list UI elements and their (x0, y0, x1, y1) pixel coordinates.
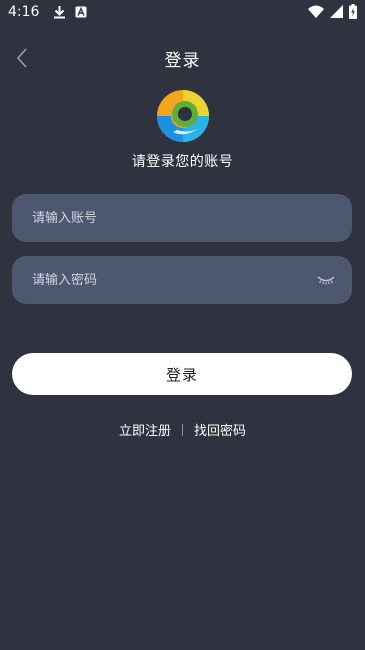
account-field[interactable] (12, 194, 352, 242)
status-bar: 4:16 (0, 0, 365, 24)
status-time: 4:16 (8, 4, 40, 20)
page-title: 登录 (164, 50, 201, 71)
chevron-left-icon (16, 48, 27, 68)
password-visibility-toggle[interactable] (316, 270, 336, 290)
app-logo-icon (157, 90, 209, 142)
login-subtitle: 请登录您的账号 (131, 154, 234, 170)
status-notification-icons (53, 5, 87, 19)
password-input[interactable] (32, 272, 332, 288)
wifi-icon (308, 5, 324, 18)
password-field[interactable] (12, 256, 352, 304)
account-links: 立即注册 找回密码 (0, 420, 365, 439)
app-notification-icon (75, 6, 87, 18)
account-input[interactable] (32, 210, 332, 226)
status-system-icons (308, 4, 357, 19)
links-divider (182, 423, 183, 436)
app-bar: 登录 (0, 40, 365, 76)
app-logo (155, 88, 211, 144)
download-icon (54, 6, 66, 19)
forgot-password-link[interactable]: 找回密码 (194, 420, 246, 439)
eye-closed-icon (317, 276, 335, 285)
battery-charging-icon (349, 4, 357, 19)
register-link[interactable]: 立即注册 (119, 420, 171, 439)
login-button[interactable]: 登录 (12, 353, 352, 395)
cell-signal-icon (330, 5, 343, 18)
back-button[interactable] (10, 46, 34, 70)
